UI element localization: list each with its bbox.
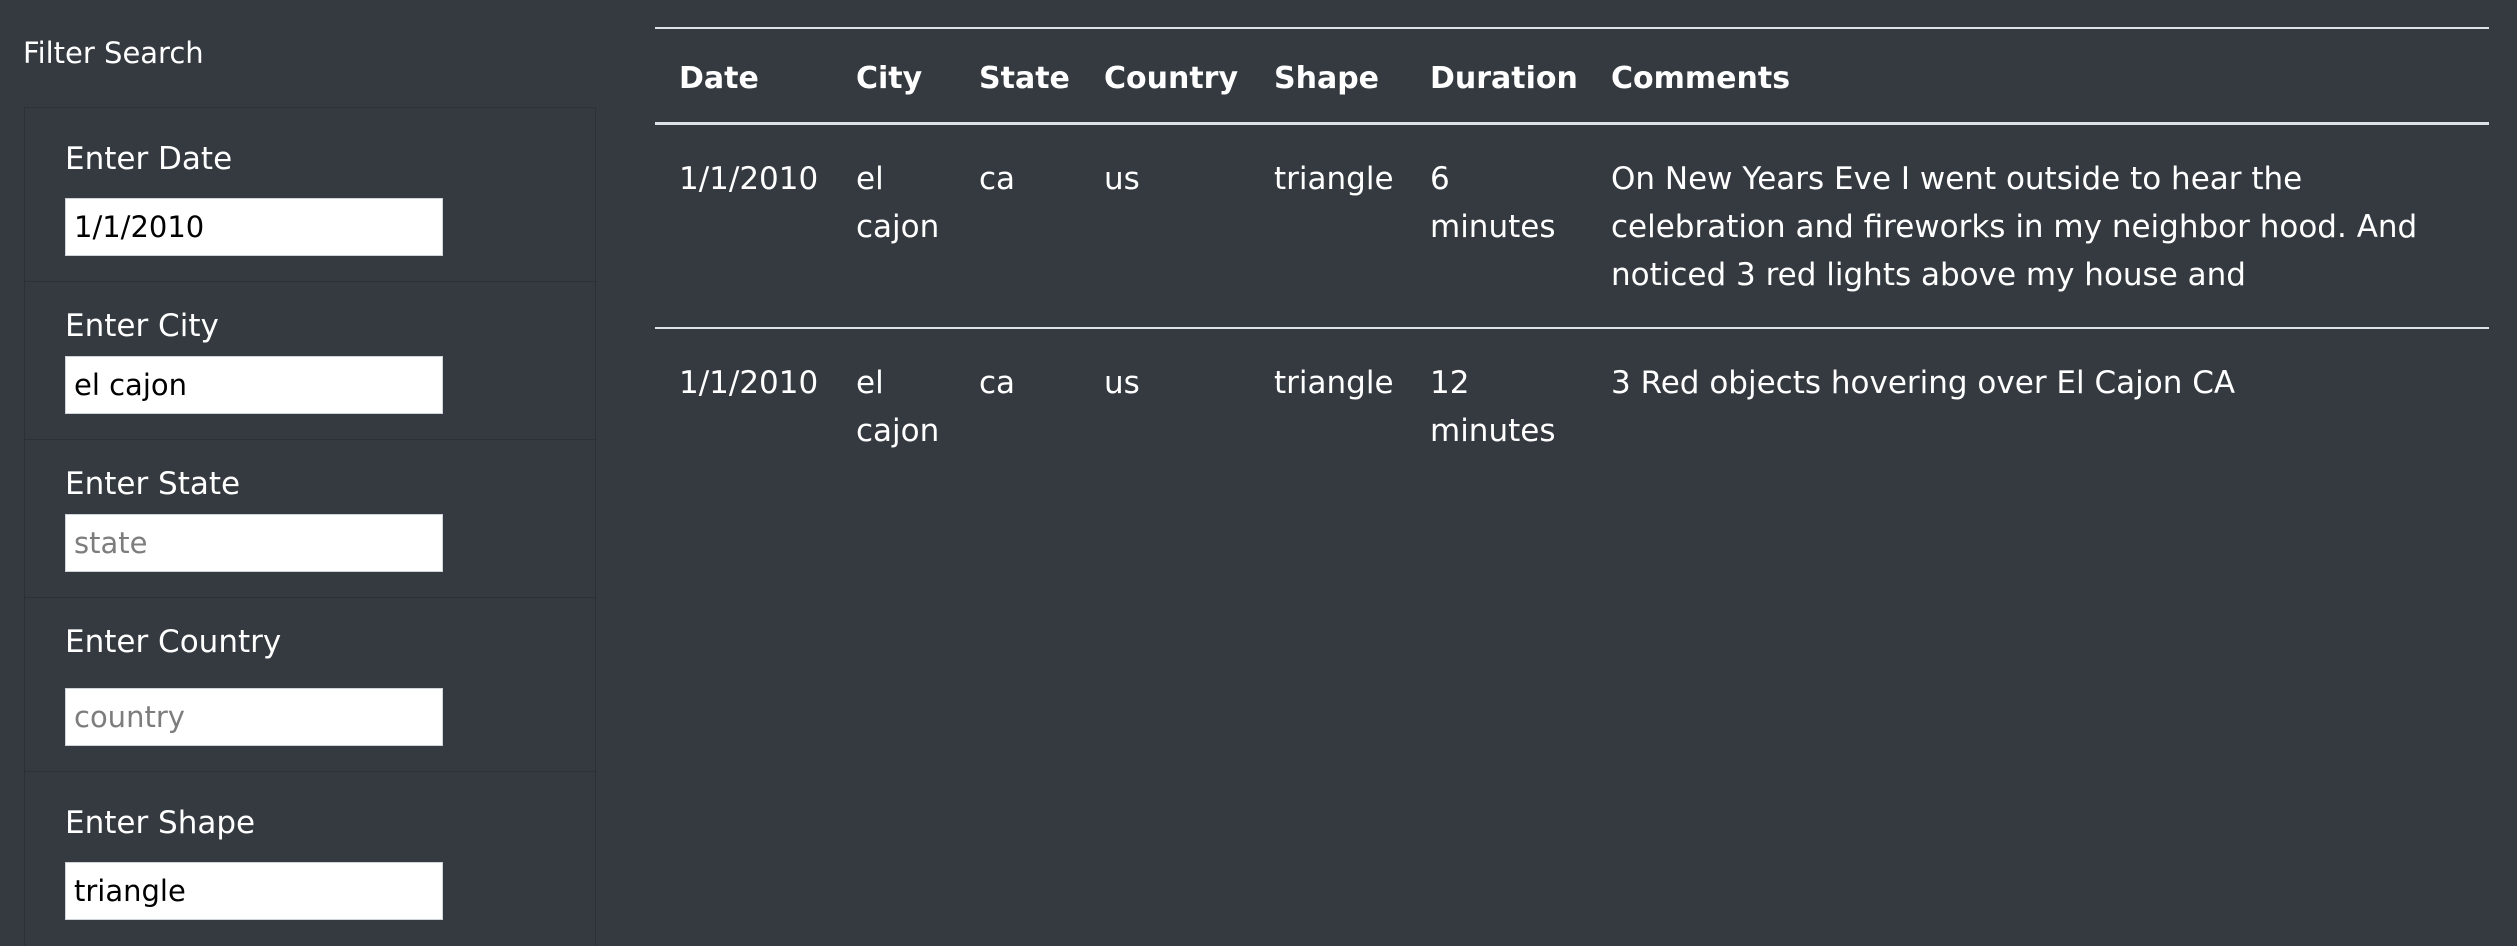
date-label: Enter Date bbox=[65, 141, 233, 177]
cell-state: ca bbox=[955, 123, 1080, 329]
table-row: 1/1/2010 el cajon ca us triangle 12 minu… bbox=[655, 328, 2489, 483]
cell-city: el cajon bbox=[856, 364, 940, 449]
header-row: Date City State Country Shape Duration C… bbox=[655, 27, 2489, 125]
column-header-duration: Duration bbox=[1406, 27, 1587, 125]
cell-comments: On New Years Eve I went outside to hear … bbox=[1587, 123, 2489, 329]
city-input[interactable] bbox=[65, 356, 443, 414]
column-header-date: Date bbox=[655, 27, 832, 125]
state-label: Enter State bbox=[65, 466, 241, 502]
cell-duration: 6 minutes bbox=[1406, 123, 1587, 329]
page: Filter Search Enter Date Enter City Ente… bbox=[0, 0, 2517, 946]
column-header-comments: Comments bbox=[1587, 27, 2489, 125]
results-table-container: Date City State Country Shape Duration C… bbox=[655, 27, 2489, 483]
column-header-city: City bbox=[832, 27, 955, 125]
shape-input[interactable] bbox=[65, 862, 443, 920]
date-input[interactable] bbox=[65, 198, 443, 256]
filter-item-state: Enter State bbox=[25, 440, 595, 598]
results-table: Date City State Country Shape Duration C… bbox=[655, 27, 2489, 483]
country-input[interactable] bbox=[65, 688, 443, 746]
filter-item-date: Enter Date bbox=[25, 108, 595, 282]
table-header: Date City State Country Shape Duration C… bbox=[655, 27, 2489, 125]
cell-state: ca bbox=[979, 364, 1016, 401]
column-header-country: Country bbox=[1080, 27, 1250, 125]
state-input[interactable] bbox=[65, 514, 443, 572]
cell-country: us bbox=[1080, 123, 1250, 329]
table-row: 1/1/2010 el cajon ca us triangle 6 minut… bbox=[655, 123, 2489, 329]
cell-duration: 12 minutes bbox=[1430, 364, 1556, 449]
filter-item-country: Enter Country bbox=[25, 598, 595, 772]
cell-comments: 3 Red objects hovering over El Cajon CA bbox=[1611, 364, 2236, 401]
city-label: Enter City bbox=[65, 308, 219, 344]
filter-item-shape: Enter Shape bbox=[25, 772, 595, 946]
cell-city: el cajon bbox=[832, 123, 955, 329]
cell-shape: triangle bbox=[1274, 364, 1394, 401]
filter-sidebar: Filter Search Enter Date Enter City Ente… bbox=[0, 0, 610, 946]
cell-shape: triangle bbox=[1250, 123, 1406, 329]
country-label: Enter Country bbox=[65, 624, 282, 660]
filter-list: Enter Date Enter City Enter State Enter … bbox=[24, 107, 596, 946]
cell-country: us bbox=[1104, 364, 1140, 401]
filter-item-city: Enter City bbox=[25, 282, 595, 440]
table-body: 1/1/2010 el cajon ca us triangle 6 minut… bbox=[655, 123, 2489, 483]
cell-date: 1/1/2010 bbox=[679, 364, 819, 401]
shape-label: Enter Shape bbox=[65, 805, 256, 841]
filter-title: Filter Search bbox=[23, 36, 204, 70]
column-header-shape: Shape bbox=[1250, 27, 1406, 125]
cell-date: 1/1/2010 bbox=[655, 123, 832, 329]
column-header-state: State bbox=[955, 27, 1080, 125]
